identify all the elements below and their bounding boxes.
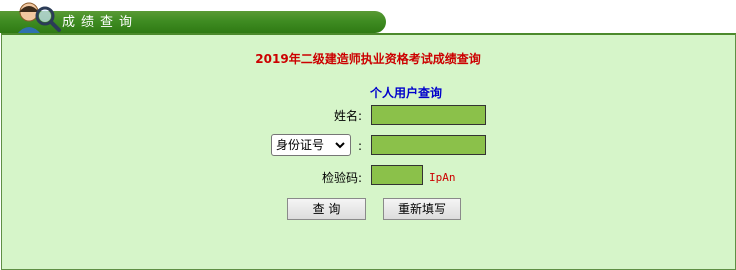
id-type-selected-label: 身份证号 [276, 138, 325, 152]
name-label: 姓名: [334, 109, 363, 123]
chevron-down-icon [334, 136, 346, 160]
id-number-input[interactable] [371, 135, 486, 155]
id-type-select[interactable]: 身份证号 [271, 134, 351, 156]
id-colon: : [358, 139, 363, 153]
header-title: 成绩查询 [62, 15, 139, 30]
page-title: 2019年二级建造师执业资格考试成绩查询 [255, 52, 481, 66]
reset-button[interactable]: 重新填写 [383, 198, 461, 220]
search-magnifier-logo-icon [17, 2, 61, 34]
captcha-label: 检验码: [322, 171, 363, 185]
name-input[interactable] [371, 105, 486, 125]
query-panel [1, 33, 736, 270]
query-button[interactable]: 查 询 [287, 198, 366, 220]
captcha-image-text[interactable]: IpAn [429, 171, 456, 184]
captcha-input[interactable] [371, 165, 423, 185]
section-title: 个人用户查询 [370, 86, 443, 100]
